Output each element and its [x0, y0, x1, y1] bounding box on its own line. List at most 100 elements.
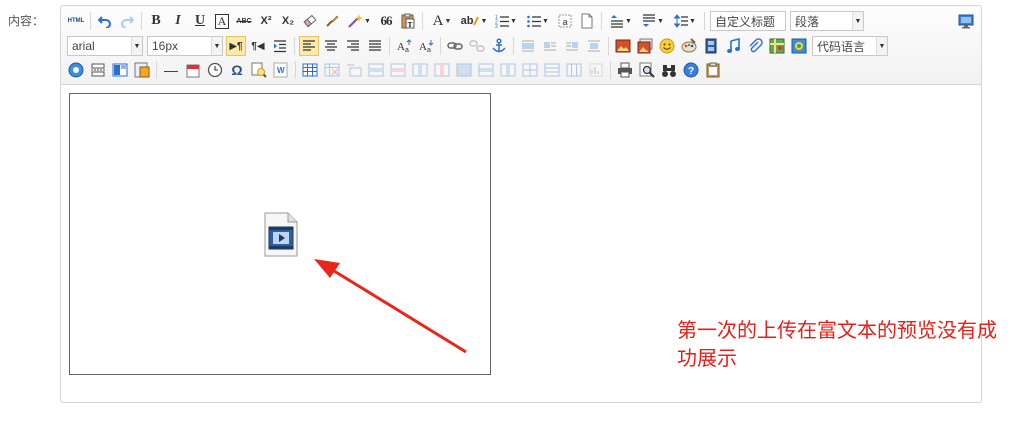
background-color-button[interactable]: ab ▼: [459, 11, 489, 31]
insert-row-button[interactable]: [366, 60, 386, 80]
separator: [513, 37, 514, 55]
web-app-button[interactable]: [66, 60, 86, 80]
split-cells-button[interactable]: [520, 60, 540, 80]
font-color-button[interactable]: A ▼: [427, 11, 457, 31]
html-source-button[interactable]: HTML: [66, 11, 86, 31]
merge-right-button[interactable]: [476, 60, 496, 80]
page-break-button[interactable]: [88, 60, 108, 80]
italic-button[interactable]: I: [168, 11, 188, 31]
map-button[interactable]: [767, 36, 787, 56]
underline-button[interactable]: U: [190, 11, 210, 31]
marker-icon: [473, 16, 480, 26]
lowercase-button[interactable]: Aa: [416, 36, 436, 56]
insert-column-button[interactable]: [410, 60, 430, 80]
clipboard-button[interactable]: [703, 60, 723, 80]
insert-image-button[interactable]: [635, 36, 655, 56]
fullscreen-button[interactable]: [956, 11, 976, 31]
uppercase-button[interactable]: Aa: [394, 36, 414, 56]
print-button[interactable]: [615, 60, 635, 80]
insert-video-button[interactable]: [701, 36, 721, 56]
unlink-button[interactable]: [467, 36, 487, 56]
paragraph-select[interactable]: 段落 ▼: [790, 11, 864, 31]
font-size-select[interactable]: 16px ▼: [147, 36, 223, 56]
toolbar-row-2: arial ▼ 16px ▼ ▶¶ ¶◀ A a A a 代码语言 ▼: [65, 34, 977, 58]
attachment-button[interactable]: [745, 36, 765, 56]
chevron-down-icon: ▼: [131, 37, 142, 55]
blockquote-button[interactable]: 66: [376, 11, 396, 31]
word-image-button[interactable]: W: [271, 60, 291, 80]
align-left-button[interactable]: [299, 36, 319, 56]
ordered-list-button[interactable]: 123 ▼: [491, 11, 521, 31]
background-button[interactable]: [132, 60, 152, 80]
bold-button[interactable]: B: [146, 11, 166, 31]
eraser-button[interactable]: [300, 11, 320, 31]
row-spacing-bottom-button[interactable]: ▼: [638, 11, 668, 31]
help-button[interactable]: ?: [681, 60, 701, 80]
superscript-button[interactable]: X²: [256, 11, 276, 31]
merge-down-button[interactable]: [498, 60, 518, 80]
custom-title-select[interactable]: 自定义标题: [710, 11, 786, 31]
select-all-button[interactable]: a: [555, 11, 575, 31]
drafts-button[interactable]: [659, 60, 679, 80]
format-brush-button[interactable]: [322, 11, 342, 31]
template-button[interactable]: [110, 60, 130, 80]
preview-button[interactable]: [637, 60, 657, 80]
split-cols-button[interactable]: [564, 60, 584, 80]
image-right-button[interactable]: [562, 36, 582, 56]
merge-cells-button[interactable]: [454, 60, 474, 80]
auto-format-button[interactable]: ▼: [344, 11, 374, 31]
scrawl-button[interactable]: [679, 36, 699, 56]
insert-table-button[interactable]: [300, 60, 320, 80]
unordered-list-button[interactable]: ▼: [523, 11, 553, 31]
delete-table-button[interactable]: [322, 60, 342, 80]
strikethrough-button[interactable]: ABC: [234, 11, 254, 31]
chevron-down-icon: ▼: [689, 17, 696, 25]
editor-toolbar: HTML B I U A ABC X² X₂ ▼ 66 T A ▼ ab ▼ 1…: [61, 6, 981, 85]
link-button[interactable]: [445, 36, 465, 56]
indent-button[interactable]: [270, 36, 290, 56]
simple-upload-button[interactable]: [613, 36, 633, 56]
align-justify-button[interactable]: [365, 36, 385, 56]
insert-paragraph-before-table-button[interactable]: [344, 60, 364, 80]
google-map-button[interactable]: [789, 36, 809, 56]
chart-button[interactable]: [586, 60, 606, 80]
separator: [440, 37, 441, 55]
subscript-button[interactable]: X₂: [278, 11, 298, 31]
split-rows-button[interactable]: [542, 60, 562, 80]
music-button[interactable]: [723, 36, 743, 56]
date-button[interactable]: [183, 60, 203, 80]
clear-document-button[interactable]: [577, 11, 597, 31]
delete-column-button[interactable]: [432, 60, 452, 80]
redo-button[interactable]: [117, 11, 137, 31]
direction-ltr-button[interactable]: ▶¶: [226, 36, 246, 56]
font-border-button[interactable]: A: [212, 11, 232, 31]
paste-plain-button[interactable]: T: [398, 11, 418, 31]
multi-image-icon: [637, 38, 653, 54]
select-all-icon: a: [558, 14, 572, 28]
special-chars-button[interactable]: Ω: [227, 60, 247, 80]
paragraph-value: 段落: [795, 14, 820, 29]
font-family-select[interactable]: arial ▼: [67, 36, 143, 56]
font-size-value: 16px: [152, 39, 179, 53]
superscript-icon: X²: [260, 15, 272, 27]
time-button[interactable]: [205, 60, 225, 80]
search-replace-button[interactable]: [249, 60, 269, 80]
image-center-button[interactable]: [584, 36, 604, 56]
direction-rtl-button[interactable]: ¶◀: [248, 36, 268, 56]
row-spacing-top-button[interactable]: ▼: [606, 11, 636, 31]
table-delete-icon: [324, 63, 340, 77]
emotion-button[interactable]: [657, 36, 677, 56]
binoculars-icon: [662, 65, 676, 77]
code-language-select[interactable]: 代码语言 ▼: [812, 36, 888, 56]
align-right-button[interactable]: [343, 36, 363, 56]
align-center-button[interactable]: [321, 36, 341, 56]
separator: [389, 37, 390, 55]
delete-row-button[interactable]: [388, 60, 408, 80]
undo-button[interactable]: [95, 11, 115, 31]
anchor-button[interactable]: [489, 36, 509, 56]
image-left-button[interactable]: [540, 36, 560, 56]
line-height-button[interactable]: ▼: [670, 11, 700, 31]
horizontal-rule-button[interactable]: —: [161, 60, 181, 80]
page-break-icon: [91, 63, 105, 77]
image-none-button[interactable]: [518, 36, 538, 56]
